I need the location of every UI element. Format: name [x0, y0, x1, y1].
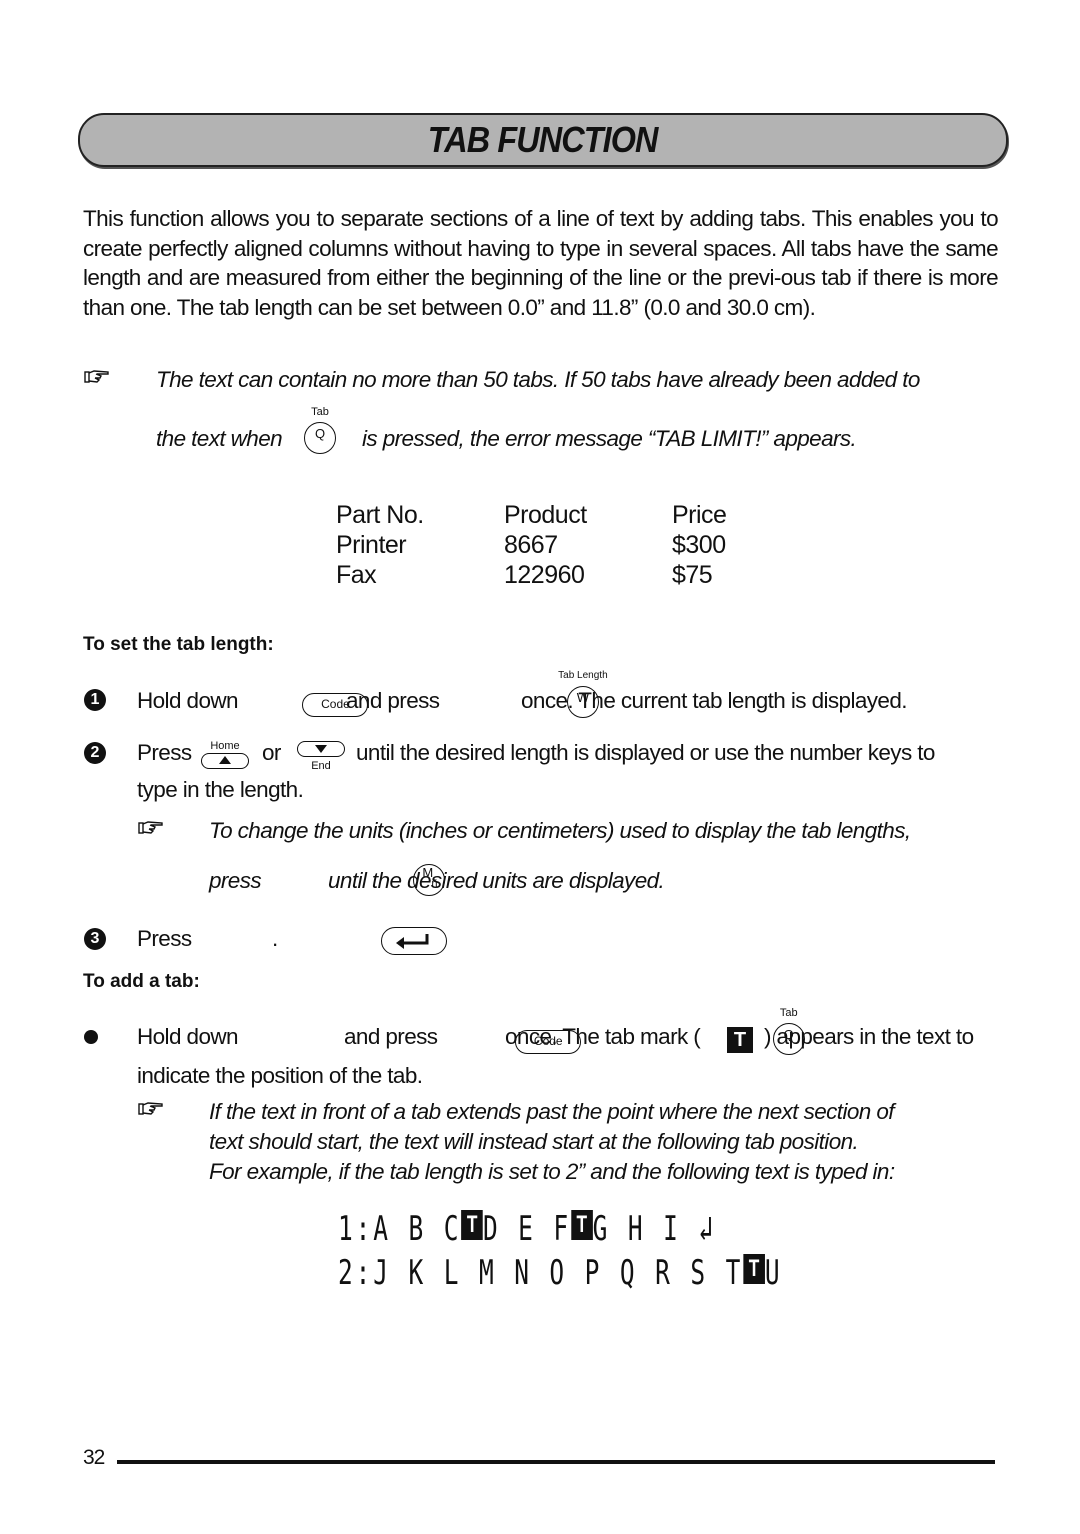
step-2-mid: or	[262, 740, 281, 765]
step-3-post: .	[272, 926, 278, 951]
note-tab-limit-line2-post: is pressed, the error message “TAB LIMIT…	[362, 426, 857, 451]
add-tab-line2: indicate the position of the tab.	[137, 1063, 423, 1088]
pointing-hand-icon	[84, 370, 109, 383]
note-units-line2-pre: press	[209, 868, 262, 893]
lcd-line-1: 1:A B CTD E FTG H I ↲	[338, 1209, 716, 1249]
tab-mark-icon: T	[571, 1209, 593, 1240]
bullet-icon	[84, 1030, 98, 1044]
tab-mark-icon: T	[727, 1027, 753, 1053]
step-3-number-icon: 3	[84, 928, 106, 950]
lcd-line-2: 2:J K L M N O P Q R S TTU	[338, 1253, 783, 1293]
add-tab-post1: once. The tab mark (	[505, 1024, 701, 1049]
page-number: 32	[83, 1446, 105, 1469]
note-units-line1: To change the units (inches or centimete…	[209, 818, 911, 843]
step-2-pre: Press	[137, 740, 192, 765]
section-heading-set-tab-length: To set the tab length:	[83, 634, 274, 655]
note-tab-overflow-line1: If the text in front of a tab extends pa…	[209, 1099, 895, 1124]
home-up-key-icon: Home	[200, 740, 250, 774]
table-row: Part No. Product Price	[336, 501, 727, 529]
step-3-pre: Press	[137, 926, 192, 951]
step-2-line2: type in the length.	[137, 777, 304, 802]
tab-mark-icon: T	[743, 1253, 765, 1284]
tab-example-table: Part No. Product Price Printer 8667 $300…	[336, 500, 727, 590]
enter-key-icon	[380, 927, 447, 955]
add-tab-mid: and press	[344, 1024, 438, 1049]
return-mark-icon: ↲	[698, 1209, 716, 1249]
table-row: Printer 8667 $300	[336, 531, 726, 559]
tab-mark-icon: T	[461, 1209, 483, 1240]
note-tab-overflow-line2: text should start, the text will instead…	[209, 1129, 859, 1154]
pointing-hand-icon	[138, 1102, 163, 1115]
page-title: TAB FUNCTION	[428, 119, 659, 160]
step-2-number-icon: 2	[84, 742, 106, 764]
pointing-hand-icon	[138, 821, 163, 834]
title-banner: TAB FUNCTION	[78, 113, 1008, 167]
note-tab-limit-line2-pre: the text when	[156, 426, 283, 451]
lcd-text-example: 1:A B CTD E FTG H I ↲ 2:J K L M N O P Q …	[338, 1207, 782, 1295]
footer-rule	[117, 1460, 995, 1464]
add-tab-pre: Hold down	[137, 1024, 239, 1049]
note-tab-overflow-line3: For example, if the tab length is set to…	[209, 1159, 895, 1184]
end-down-key-icon: End	[296, 740, 346, 774]
q-tab-key-icon: Tab Q	[304, 406, 336, 454]
step-1-pre: Hold down	[137, 688, 239, 713]
table-row: Fax 122960 $75	[336, 561, 713, 589]
step-1-post: once. The current tab length is displaye…	[521, 688, 907, 713]
note-tab-limit-line1: The text can contain no more than 50 tab…	[156, 367, 920, 392]
step-1-mid: and press	[346, 688, 440, 713]
add-tab-post2: ) appears in the text to	[764, 1024, 974, 1049]
step-2-post: until the desired length is displayed or…	[356, 740, 935, 765]
section-heading-add-tab: To add a tab:	[83, 971, 200, 992]
intro-paragraph: This function allows you to separate sec…	[83, 206, 999, 320]
return-arrow-icon	[395, 934, 429, 949]
step-1-number-icon: 1	[84, 689, 106, 711]
note-units-line2-post: until the desired units are displayed.	[328, 868, 665, 893]
